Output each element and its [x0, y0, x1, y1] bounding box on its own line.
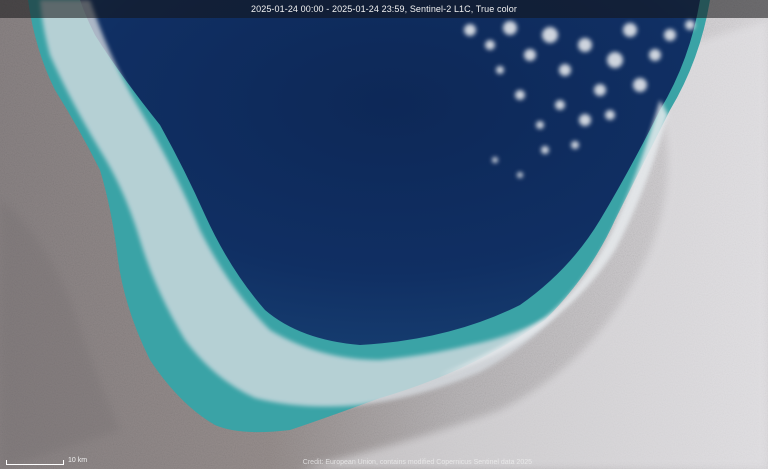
- image-title: 2025-01-24 00:00 - 2025-01-24 23:59, Sen…: [0, 0, 768, 18]
- scale-bar: 10 km: [6, 455, 87, 465]
- satellite-image: [0, 0, 768, 469]
- scale-label: 10 km: [68, 457, 88, 464]
- satellite-view: 2025-01-24 00:00 - 2025-01-24 23:59, Sen…: [0, 0, 768, 469]
- credit-text: Credit: European Union, contains modifie…: [302, 459, 532, 466]
- scale-line: [6, 460, 64, 465]
